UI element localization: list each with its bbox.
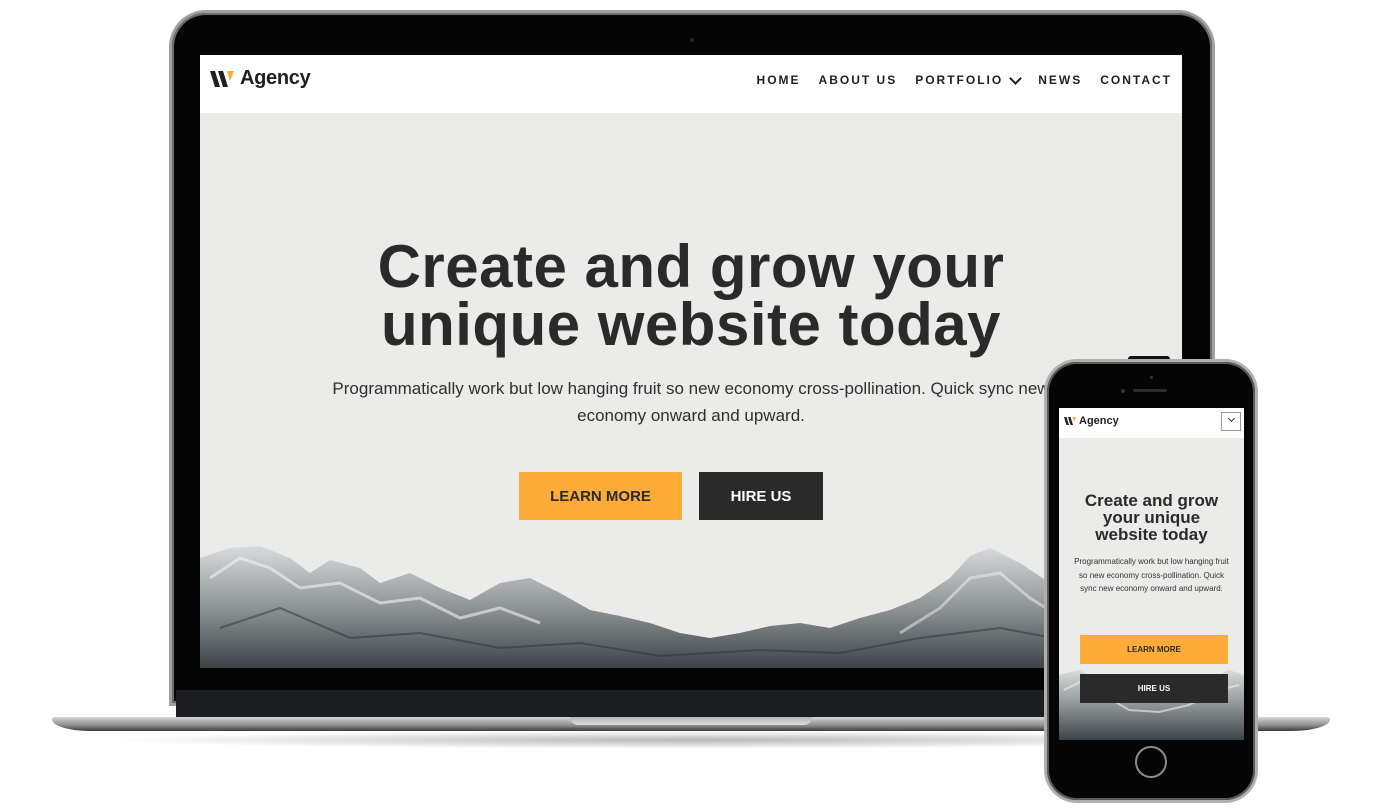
phone-home-button[interactable] <box>1135 746 1167 778</box>
chevron-down-icon <box>1227 414 1235 423</box>
nav-home-label: HOME <box>756 73 801 87</box>
mobile-hero-title: Create and grow your unique website toda… <box>1059 492 1244 543</box>
mobile-hero-title-line3: website today <box>1095 525 1208 544</box>
mobile-website-screen: Agency Create and grow your unique websi… <box>1059 408 1244 740</box>
mobile-menu-toggle[interactable] <box>1221 412 1241 431</box>
phone-speaker <box>1133 389 1167 392</box>
hero-title: Create and grow your unique website toda… <box>200 233 1182 358</box>
mobile-logo-text: Agency <box>1079 415 1119 427</box>
nav-about-us[interactable]: ABOUT US <box>819 73 898 87</box>
mobile-site-header: Agency <box>1059 408 1244 438</box>
hero-title-line2: unique website today <box>380 291 1002 358</box>
nav-news-label: NEWS <box>1038 73 1083 87</box>
mobile-site-logo[interactable]: Agency <box>1064 415 1119 427</box>
chevron-down-icon <box>1009 71 1023 85</box>
learn-more-button[interactable]: LEARN MORE <box>519 472 682 520</box>
mobile-hire-us-button[interactable]: HIRE US <box>1080 674 1228 703</box>
desktop-website-screen: Agency HOME ABOUT US PORTFOLIO NEWS CONT… <box>200 55 1182 668</box>
nav-home[interactable]: HOME <box>757 73 801 87</box>
w-logo-icon <box>210 70 234 87</box>
w-logo-icon <box>1064 417 1076 425</box>
logo-text: Agency <box>240 67 311 89</box>
main-nav: HOME ABOUT US PORTFOLIO NEWS CONTACT <box>757 71 1172 87</box>
hero-subtitle: Programmatically work but low hanging fr… <box>332 379 1050 425</box>
mobile-hero-title-line2: your unique <box>1102 508 1201 527</box>
site-header: Agency HOME ABOUT US PORTFOLIO NEWS CONT… <box>200 55 1182 113</box>
mobile-hero-title-line1: Create and grow <box>1084 491 1219 510</box>
nav-contact[interactable]: CONTACT <box>1100 73 1172 87</box>
nav-news[interactable]: NEWS <box>1038 73 1082 87</box>
nav-contact-label: CONTACT <box>1100 73 1172 87</box>
hire-us-button[interactable]: HIRE US <box>699 472 823 520</box>
mobile-learn-more-button[interactable]: LEARN MORE <box>1080 635 1228 664</box>
phone-sensor <box>1121 389 1125 393</box>
mobile-hero-subtitle: Programmatically work but low hanging fr… <box>1074 557 1229 593</box>
nav-portfolio[interactable]: PORTFOLIO <box>915 71 1023 87</box>
site-logo[interactable]: Agency <box>210 67 311 90</box>
mountain-background-image <box>200 546 1182 668</box>
nav-about-label: ABOUT US <box>818 73 898 87</box>
laptop-hinge-notch <box>570 717 812 725</box>
phone-front-camera <box>1150 376 1153 379</box>
laptop-camera <box>690 38 694 42</box>
nav-portfolio-label: PORTFOLIO <box>915 73 1004 87</box>
hero-title-line1: Create and grow your <box>377 233 1005 300</box>
